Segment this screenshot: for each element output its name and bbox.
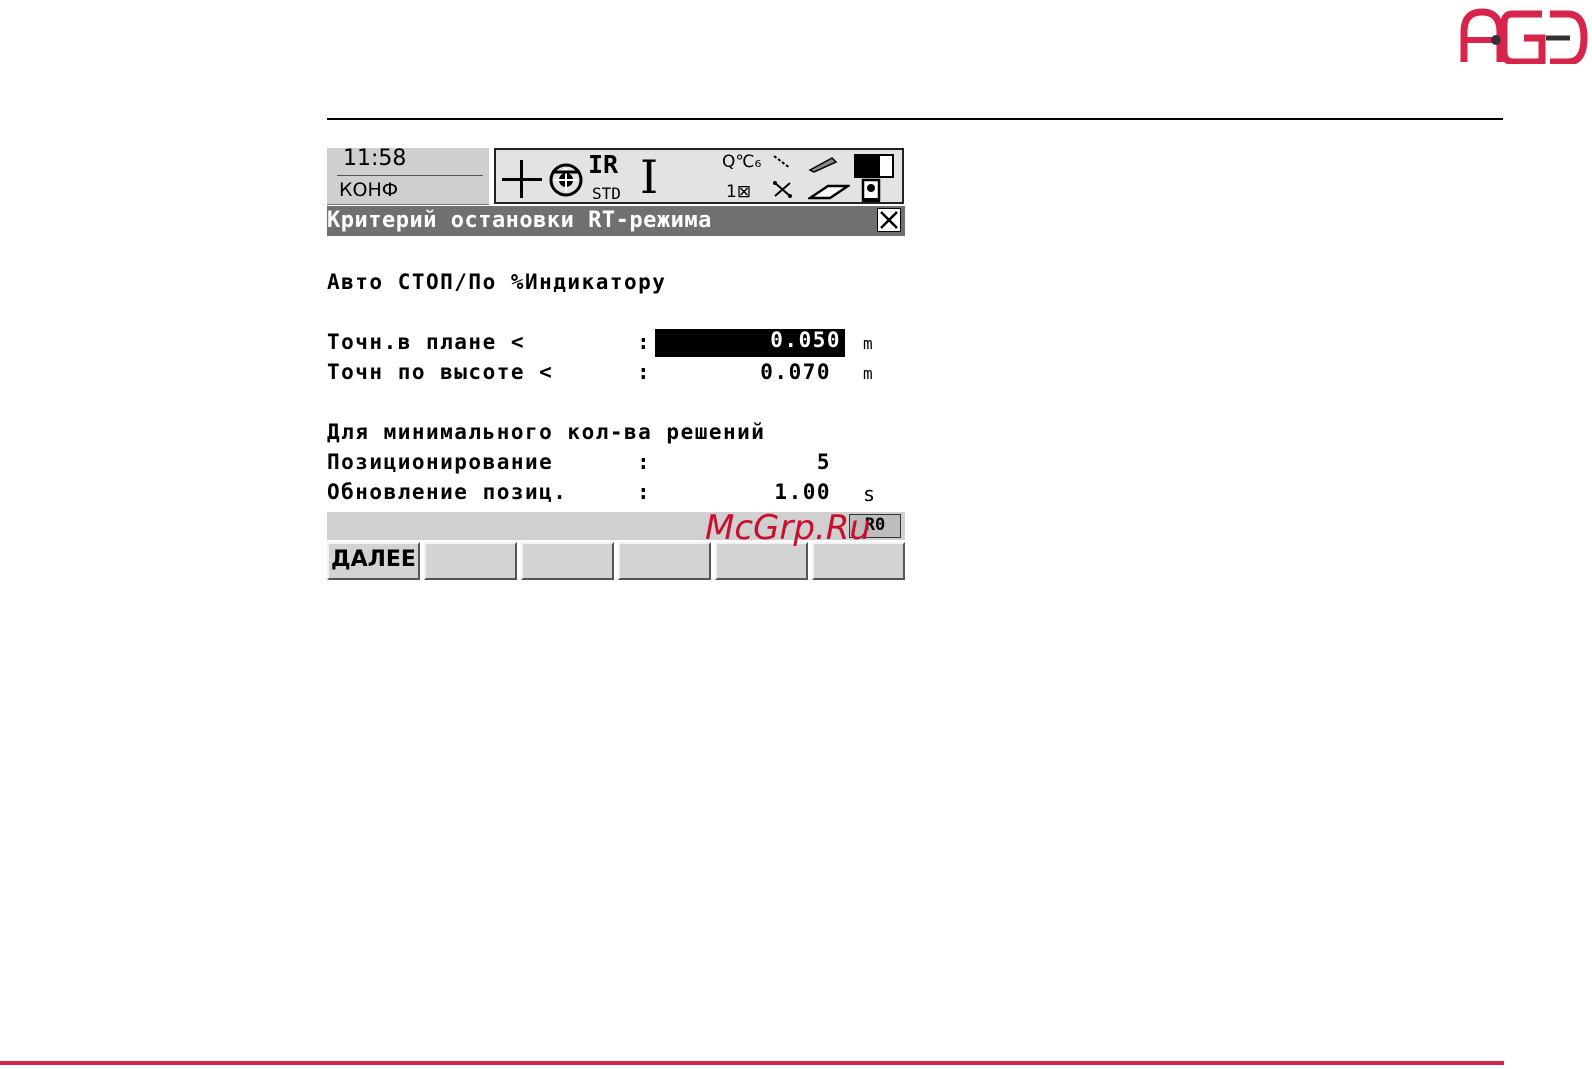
mode-label: КОНФ — [339, 179, 399, 201]
horizontal-accuracy-label: Точн.в плане < — [327, 330, 526, 354]
pen-icon — [808, 157, 838, 173]
solution-count: 1⊠ — [726, 182, 752, 202]
close-button[interactable] — [877, 208, 901, 232]
line-icon — [773, 155, 791, 169]
close-icon — [880, 211, 898, 229]
colon: : — [637, 330, 650, 354]
softkey-f1-next[interactable]: ДАЛЕЕ — [327, 542, 420, 580]
positions-field[interactable]: 5 — [817, 450, 831, 474]
quality-indicator: Q℃₆ — [722, 152, 762, 172]
clock: 11:58 — [343, 146, 407, 171]
bottom-rule — [0, 1061, 1504, 1065]
horizontal-accuracy-value: 0.050 — [770, 328, 841, 352]
cursor-icon: I — [640, 150, 659, 204]
colon: : — [637, 360, 650, 384]
section-heading: Для минимального кол-ва решений — [327, 420, 766, 444]
colon: : — [637, 450, 650, 474]
dialog-title-bar: Критерий остановки RT-режима — [327, 206, 905, 236]
softkey-f4[interactable] — [618, 542, 711, 580]
aged-logo — [1460, 8, 1588, 64]
vertical-accuracy-unit: m — [863, 364, 873, 383]
satellite-icon — [549, 163, 583, 197]
status-clock-panel: 11:58 КОНФ — [327, 146, 489, 205]
position-update-field[interactable]: 1.00 — [774, 480, 831, 504]
horizontal-accuracy-field[interactable]: 0.050 — [655, 328, 845, 357]
battery-icon — [854, 154, 894, 178]
prism-type: IR — [588, 150, 619, 179]
vertical-accuracy-label: Точн по высоте < — [327, 360, 554, 384]
top-rule — [327, 118, 1503, 120]
watermark: McGrp.Ru — [705, 508, 871, 548]
network-icon — [773, 181, 792, 198]
reflector-type: STD — [592, 184, 621, 203]
positions-label: Позиционирование — [327, 450, 554, 474]
position-update-label: Обновление позиц. — [327, 480, 568, 504]
position-update-unit: s — [863, 482, 876, 506]
dialog-title: Критерий остановки RT-режима — [327, 208, 712, 233]
divider — [337, 175, 483, 176]
instrument-icon — [861, 178, 881, 202]
horizontal-accuracy-unit: m — [863, 334, 873, 353]
softkey-f2[interactable] — [424, 542, 517, 580]
stop-mode-line[interactable]: Авто СТОП/По %Индикатору — [327, 270, 666, 294]
vertical-accuracy-field[interactable]: 0.070 — [760, 360, 831, 384]
status-icons-panel: IR STD I Q℃₆ 1⊠ — [494, 148, 904, 204]
softkey-f3[interactable] — [521, 542, 614, 580]
card-icon — [808, 184, 850, 200]
colon: : — [637, 480, 650, 504]
